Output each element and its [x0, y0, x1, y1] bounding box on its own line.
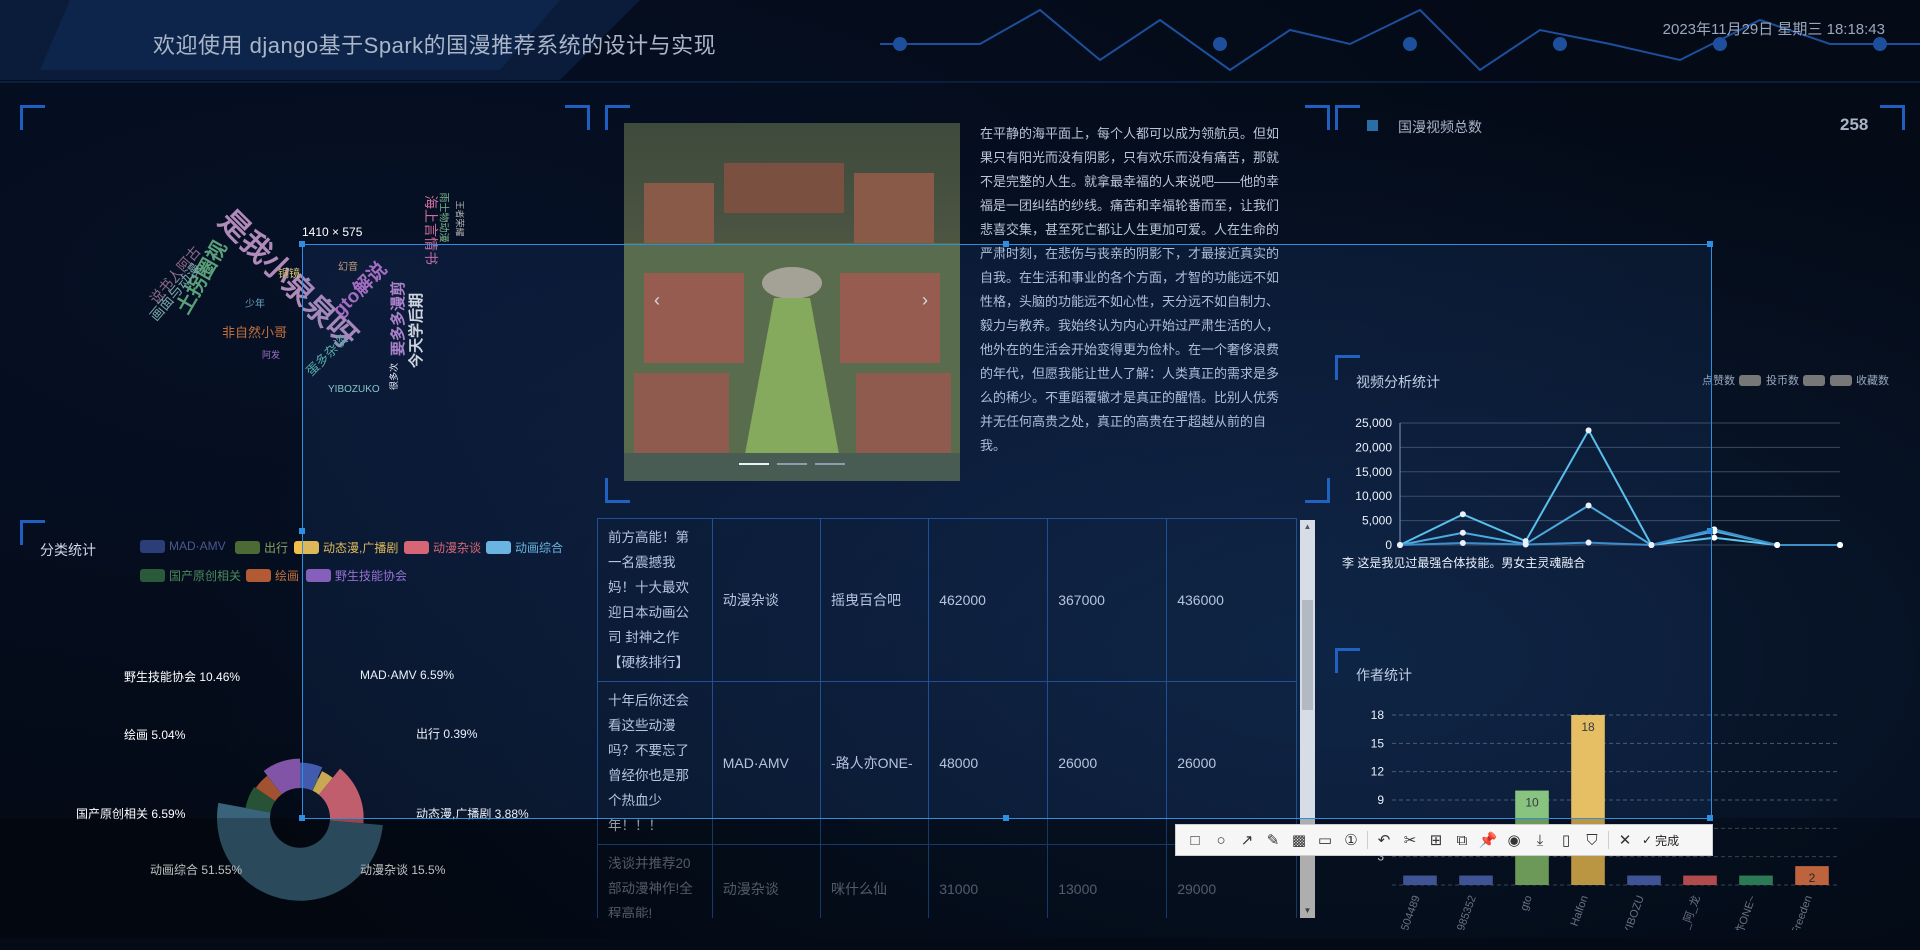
selection-handle[interactable]: [1003, 241, 1009, 247]
legend-item[interactable]: 出行: [235, 539, 288, 556]
datetime: 2023年11月29日 星期三 18:18:43: [1662, 21, 1885, 38]
legend-item[interactable]: 国产原创相关: [140, 567, 241, 584]
mosaic-tool-icon[interactable]: ▩: [1286, 827, 1312, 853]
word-cloud-word: 非自然小哥: [222, 325, 288, 340]
line-point: [1837, 542, 1843, 548]
text-tool-icon[interactable]: ▭: [1312, 827, 1338, 853]
legend-swatch: [235, 541, 260, 554]
legend-label: 收藏数: [1856, 375, 1889, 387]
legend-label: 出行: [264, 541, 289, 555]
arrow-tool-icon[interactable]: ↗: [1234, 827, 1260, 853]
selection-handle[interactable]: [1003, 815, 1009, 821]
word-cloud-word: 雨士物动漫: [437, 192, 449, 243]
selection-size-label: 1410 × 575: [302, 225, 363, 239]
check-icon: ✓: [1642, 833, 1653, 847]
legend-swatch: [140, 539, 165, 553]
legend-swatch: [1803, 374, 1825, 386]
legend-item[interactable]: 投币数: [1766, 372, 1825, 388]
ocr-icon[interactable]: ⊞: [1423, 827, 1449, 853]
pie-label: 野生技能协会 10.46%: [124, 670, 241, 684]
selection-handle[interactable]: [299, 815, 305, 821]
legend-label: MAD·AMV: [169, 539, 226, 553]
line-point: [1711, 534, 1718, 541]
undo-icon[interactable]: ↶: [1371, 827, 1397, 853]
screenshot-selection[interactable]: [302, 244, 1712, 819]
legend-swatch: [246, 569, 271, 582]
legend-item[interactable]: 收藏数: [1830, 372, 1889, 388]
selection-handle[interactable]: [1707, 528, 1713, 534]
legend-swatch: [1830, 374, 1852, 386]
selection-handle[interactable]: [299, 241, 305, 247]
stat-value: 258: [1840, 115, 1869, 134]
legend-label: 绘画: [275, 569, 300, 583]
record-icon[interactable]: ◉: [1501, 827, 1527, 853]
selection-handle[interactable]: [1707, 241, 1713, 247]
legend-item[interactable]: MAD·AMV: [140, 539, 226, 553]
category-panel-title: 分类统计: [40, 542, 96, 558]
close-icon[interactable]: ✕: [1612, 827, 1638, 853]
panel-corner: [1305, 105, 1330, 130]
toolbar-divider: [1608, 831, 1609, 849]
line-point: [1774, 542, 1781, 548]
done-label: 完成: [1655, 833, 1680, 848]
stat-label: 国漫视频总数: [1398, 119, 1482, 135]
scissors-icon[interactable]: ✂: [1397, 827, 1423, 853]
word-cloud-word: 王者荣耀: [454, 200, 465, 237]
done-button[interactable]: ✓ 完成: [1638, 832, 1683, 849]
legend-swatch: [140, 569, 165, 582]
word-cloud-word: 少年: [245, 299, 265, 310]
stat-icon: [1367, 120, 1378, 131]
selection-handle[interactable]: [299, 528, 305, 534]
serial-number-tool-icon[interactable]: ①: [1338, 827, 1364, 853]
download-icon[interactable]: ⤓: [1527, 827, 1553, 853]
panel-corner: [1880, 105, 1905, 130]
translate-icon[interactable]: ⧉: [1449, 827, 1475, 853]
legend-label: 国产原创相关: [169, 569, 242, 583]
selection-handle[interactable]: [1707, 815, 1713, 821]
panel-corner: [565, 105, 590, 130]
ellipse-tool-icon[interactable]: ○: [1208, 827, 1234, 853]
rectangle-tool-icon[interactable]: □: [1182, 827, 1208, 853]
screenshot-toolbar: □ ○ ↗ ✎ ▩ ▭ ① ↶ ✂ ⊞ ⧉ 📌 ◉ ⤓ ▯ ⛉ ✕ ✓ 完成: [1175, 824, 1713, 856]
legend-swatch: [1739, 374, 1761, 386]
pin-icon[interactable]: 📌: [1475, 827, 1501, 853]
toolbar-divider: [1367, 831, 1368, 849]
page-title: 欢迎使用 django基于Spark的国漫推荐系统的设计与实现: [153, 33, 717, 58]
pie-label: 绘画 5.04%: [124, 728, 186, 742]
panel-corner: [20, 105, 45, 130]
word-cloud-word: 阿发: [262, 350, 281, 360]
header: 欢迎使用 django基于Spark的国漫推荐系统的设计与实现 2023年11月…: [0, 0, 1920, 83]
pen-tool-icon[interactable]: ✎: [1260, 827, 1286, 853]
legend-label: 投币数: [1766, 375, 1799, 387]
bookmark-icon[interactable]: ⛉: [1579, 827, 1605, 853]
legend-item[interactable]: 绘画: [246, 567, 299, 584]
panel-corner: [1335, 105, 1360, 130]
word-cloud-word: 铜镜: [278, 268, 300, 280]
long-screenshot-icon[interactable]: ▯: [1553, 827, 1579, 853]
